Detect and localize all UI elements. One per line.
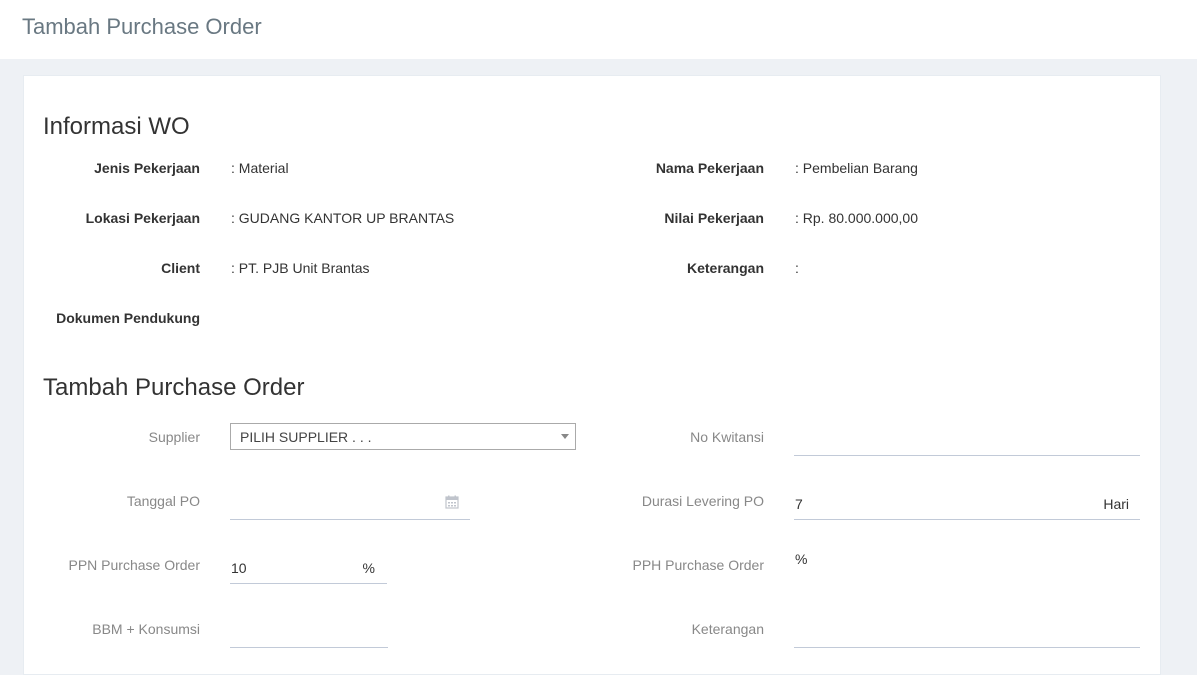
calendar-icon[interactable] xyxy=(445,495,459,509)
section-title-informasi-wo: Informasi WO xyxy=(43,113,190,140)
label-jenis-pekerjaan: Jenis Pekerjaan xyxy=(94,160,200,176)
durasi-levering-input[interactable]: 7 Hari xyxy=(794,488,1140,520)
section-title-tambah-po: Tambah Purchase Order xyxy=(43,374,305,401)
label-tanggal-po: Tanggal PO xyxy=(126,493,200,509)
ppn-input[interactable]: 10 % xyxy=(230,552,387,584)
label-keterangan-form: Keterangan xyxy=(691,621,764,637)
label-bbm-konsumsi: BBM + Konsumsi xyxy=(92,621,200,637)
label-keterangan-info: Keterangan xyxy=(686,260,764,276)
tanggal-po-input[interactable] xyxy=(230,488,470,520)
bbm-konsumsi-input[interactable] xyxy=(230,616,388,648)
label-supplier: Supplier xyxy=(148,429,200,445)
durasi-levering-value: 7 xyxy=(795,496,803,512)
no-kwitansi-input[interactable] xyxy=(794,424,1140,456)
value-nama-pekerjaan: : Pembelian Barang xyxy=(795,160,918,176)
page-title: Tambah Purchase Order xyxy=(22,14,262,39)
label-lokasi-pekerjaan: Lokasi Pekerjaan xyxy=(85,210,200,226)
label-nilai-pekerjaan: Nilai Pekerjaan xyxy=(664,210,764,226)
ppn-value: 10 xyxy=(231,560,247,576)
label-pph: PPH Purchase Order xyxy=(632,557,765,573)
pph-suffix: % xyxy=(795,551,808,567)
label-client: Client xyxy=(161,260,200,276)
label-durasi-levering: Durasi Levering PO xyxy=(641,493,764,509)
ppn-suffix: % xyxy=(362,560,375,576)
keterangan-input[interactable] xyxy=(794,616,1140,648)
label-nama-pekerjaan: Nama Pekerjaan xyxy=(655,160,764,176)
durasi-levering-suffix: Hari xyxy=(1103,496,1129,512)
value-nilai-pekerjaan: : Rp. 80.000.000,00 xyxy=(795,210,918,226)
value-jenis-pekerjaan: : Material xyxy=(231,160,289,176)
supplier-selected-value: PILIH SUPPLIER . . . xyxy=(240,429,372,445)
value-keterangan-info: : xyxy=(795,260,799,276)
value-client: : PT. PJB Unit Brantas xyxy=(231,260,370,276)
label-ppn: PPN Purchase Order xyxy=(68,557,201,573)
supplier-select[interactable]: PILIH SUPPLIER . . . xyxy=(230,423,576,450)
value-lokasi-pekerjaan: : GUDANG KANTOR UP BRANTAS xyxy=(231,210,455,226)
page-header: Tambah Purchase Order xyxy=(0,0,1197,59)
label-no-kwitansi: No Kwitansi xyxy=(690,429,764,445)
label-dokumen-pendukung: Dokumen Pendukung xyxy=(56,310,200,326)
